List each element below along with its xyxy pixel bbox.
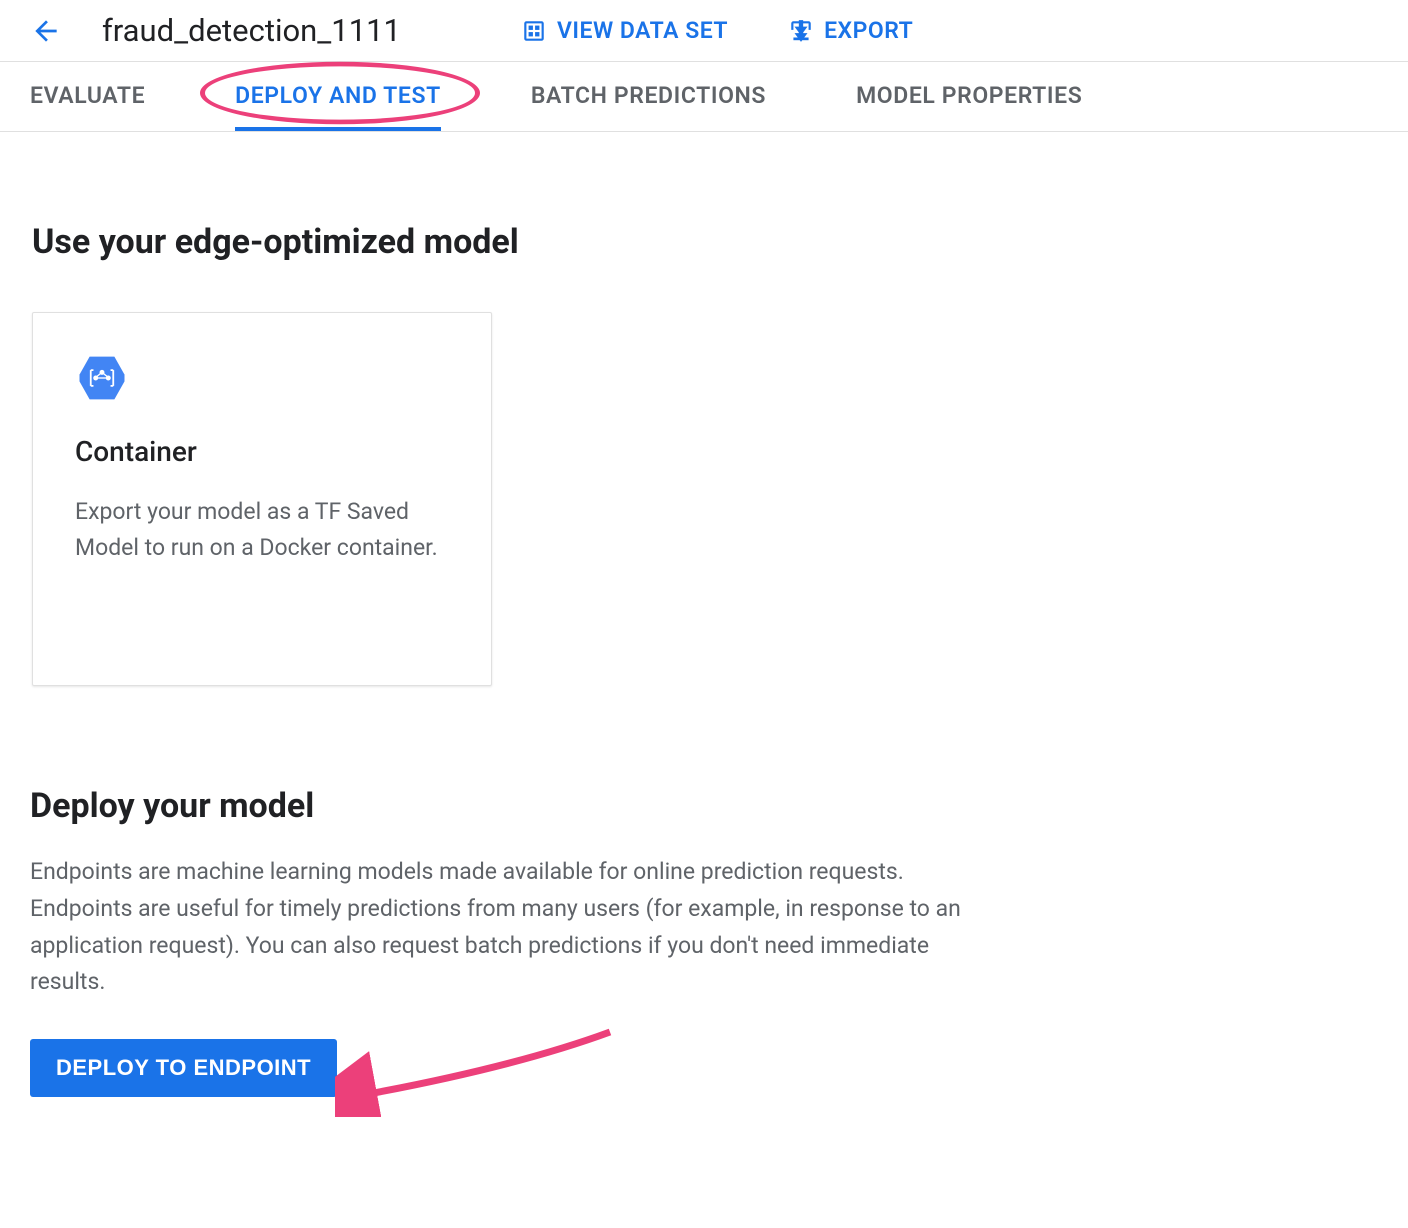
dataset-icon (521, 18, 547, 44)
deploy-section-text: Endpoints are machine learning models ma… (30, 854, 980, 1001)
view-dataset-label: VIEW DATA SET (557, 17, 728, 44)
deploy-section: Deploy your model Endpoints are machine … (0, 726, 1408, 1137)
tab-deploy-and-test[interactable]: DEPLOY AND TEST (235, 62, 441, 131)
tab-deploy-label: DEPLOY AND TEST (235, 82, 441, 109)
export-label: EXPORT (824, 17, 913, 44)
header-actions: VIEW DATA SET EXPORT (521, 17, 913, 44)
tab-batch-predictions[interactable]: BATCH PREDICTIONS (531, 62, 766, 131)
content-area: Use your edge-optimized model Container … (0, 132, 1408, 726)
export-button[interactable]: EXPORT (788, 17, 913, 44)
tabs: EVALUATE DEPLOY AND TEST BATCH PREDICTIO… (0, 62, 1408, 132)
view-dataset-button[interactable]: VIEW DATA SET (521, 17, 728, 44)
container-card-title: Container (75, 435, 449, 468)
edge-section-title: Use your edge-optimized model (32, 222, 1376, 262)
container-card-description: Export your model as a TF Saved Model to… (75, 494, 449, 565)
annotation-arrow (335, 1027, 625, 1117)
container-card[interactable]: Container Export your model as a TF Save… (32, 312, 492, 686)
deploy-to-endpoint-button[interactable]: DEPLOY TO ENDPOINT (30, 1039, 337, 1097)
tab-model-properties[interactable]: MODEL PROPERTIES (856, 62, 1082, 131)
deploy-section-title: Deploy your model (30, 786, 1378, 826)
header: fraud_detection_1111 VIEW DATA SET EXPOR… (0, 0, 1408, 62)
back-arrow-icon[interactable] (30, 15, 62, 47)
page-title: fraud_detection_1111 (102, 12, 401, 49)
tab-evaluate[interactable]: EVALUATE (30, 62, 145, 131)
container-icon (75, 351, 449, 409)
download-icon (788, 18, 814, 44)
